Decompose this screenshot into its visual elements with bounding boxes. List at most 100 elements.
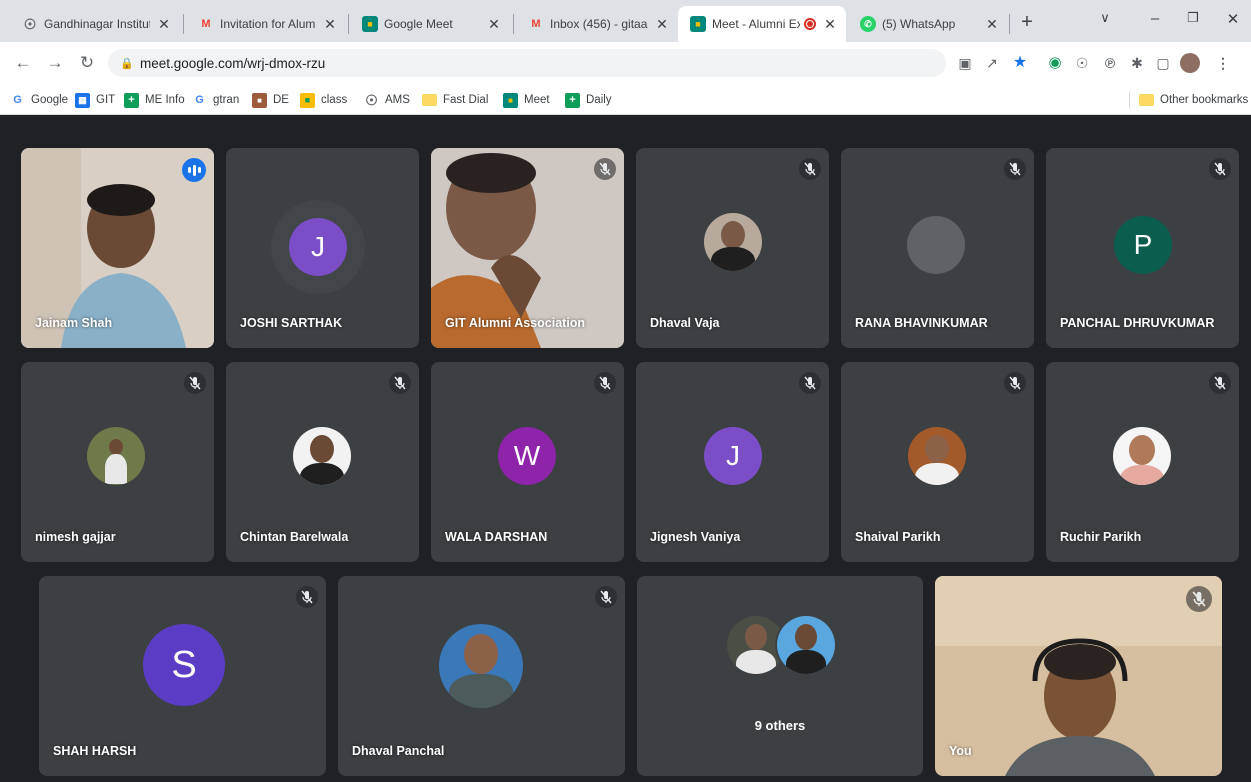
close-icon[interactable]: ✕ (984, 16, 1000, 33)
bookmark-fast-dial[interactable]: Fast Dial (422, 91, 488, 109)
participant-tile[interactable]: Dhaval Panchal (338, 576, 625, 776)
gmail-icon: M (531, 18, 541, 30)
bookmark-ams[interactable]: ☉ AMS (364, 91, 410, 109)
forward-icon[interactable]: → (44, 52, 66, 74)
bookmark-class[interactable]: ■ class (300, 91, 347, 109)
others-count: 9 others (754, 718, 806, 733)
bookmark-daily[interactable]: + Daily (565, 91, 612, 109)
restore-icon[interactable]: ❐ (1178, 10, 1208, 26)
grammarly-icon[interactable]: ◉ (1045, 53, 1065, 73)
participant-tile[interactable]: Shaival Parikh (841, 362, 1034, 562)
participant-photo (87, 427, 145, 485)
participant-tile[interactable]: J JOSHI SARTHAK (226, 148, 419, 348)
participant-tile[interactable]: Dhaval Vaja (636, 148, 829, 348)
participant-tile[interactable]: W WALA DARSHAN (431, 362, 624, 562)
participant-name: SHAH HARSH (53, 744, 137, 758)
close-icon[interactable]: ✕ (822, 16, 838, 33)
tab-title: Google Meet (384, 17, 453, 31)
globe-icon: ☉ (365, 91, 378, 108)
tab-title: Gandhinagar Institute (44, 17, 150, 31)
tab-title: Invitation for Alumni E (220, 17, 316, 31)
lock-icon: 🔒 (120, 57, 134, 70)
bookmark-divider (1129, 91, 1130, 109)
address-url: meet.google.com/wrj-dmox-rzu (140, 55, 326, 71)
sheets-icon: + (565, 92, 580, 108)
participant-name: Chintan Barelwala (240, 530, 349, 544)
bookmark-de[interactable]: ■ DE (252, 91, 289, 109)
globe-icon: ☉ (23, 15, 37, 32)
bookmark-me-info[interactable]: + ME Info (124, 91, 185, 109)
bookmark-meet[interactable]: ■ Meet (503, 91, 550, 109)
participant-tile[interactable]: RANA BHAVINKUMAR (841, 148, 1034, 348)
bookmark-git[interactable]: ▦ GIT (75, 91, 115, 109)
participant-name: nimesh gajjar (35, 530, 116, 544)
reload-icon[interactable]: ↻ (76, 52, 98, 74)
bookmark-label: AMS (385, 94, 410, 106)
camera-icon[interactable]: ▣ (955, 53, 975, 73)
new-tab-button[interactable]: + (1015, 12, 1039, 32)
bookmark-star-icon[interactable]: ★ (1010, 53, 1030, 73)
profile-avatar[interactable] (1180, 53, 1200, 73)
folder-icon (1139, 94, 1154, 106)
participant-name: Jignesh Vaniya (650, 530, 741, 544)
participant-tile[interactable]: GIT Alumni Association (431, 148, 624, 348)
other-bookmarks[interactable]: Other bookmarks (1139, 91, 1248, 109)
participant-avatar: W (498, 427, 556, 485)
extension-globe-icon[interactable]: ☉ (1072, 53, 1092, 73)
close-icon[interactable]: ✕ (654, 16, 670, 33)
sheets-icon: + (124, 92, 139, 108)
participant-tile[interactable]: Jainam Shah (21, 148, 214, 348)
puzzle-icon[interactable]: ✱ (1127, 53, 1147, 73)
participant-photo (704, 213, 762, 271)
folder-icon (422, 94, 437, 106)
mic-off-icon (1004, 158, 1026, 180)
participant-photo (1113, 427, 1171, 485)
bookmark-label: gtran (213, 94, 240, 106)
participant-name: Shaival Parikh (855, 530, 941, 544)
self-tile[interactable]: You (935, 576, 1222, 776)
close-icon[interactable]: ✕ (486, 16, 502, 33)
menu-kebab-icon[interactable]: ⋮ (1213, 53, 1233, 73)
mic-off-icon (799, 372, 821, 394)
participant-tile[interactable]: S SHAH HARSH (39, 576, 326, 776)
tab-whatsapp[interactable]: ✆ (5) WhatsApp ✕ (848, 6, 1008, 42)
minimize-icon[interactable]: – (1140, 10, 1170, 27)
share-icon[interactable]: ↗ (982, 53, 1002, 73)
close-window-icon[interactable]: ✕ (1218, 10, 1248, 28)
mic-off-icon (799, 158, 821, 180)
bookmark-label: Fast Dial (443, 94, 489, 106)
bookmark-label: class (321, 94, 348, 106)
tab-divider (183, 14, 184, 34)
address-bar[interactable]: 🔒 meet.google.com/wrj-dmox-rzu (108, 49, 946, 77)
tab-inbox[interactable]: M Inbox (456) - gitaa@g ✕ (516, 6, 678, 42)
tab-gandhinagar-institute[interactable]: ☉ Gandhinagar Institute ✕ (10, 6, 180, 42)
bookmark-google[interactable]: G Google (10, 91, 68, 109)
extension-icon[interactable]: ℗ (1100, 53, 1120, 73)
others-tile[interactable]: 9 others (637, 576, 923, 776)
side-panel-icon[interactable]: ▢ (1153, 53, 1173, 73)
bookmark-label: Google (31, 94, 69, 106)
participant-name: Dhaval Vaja (650, 316, 720, 330)
participant-tile[interactable]: nimesh gajjar (21, 362, 214, 562)
tab-invitation-alumni[interactable]: M Invitation for Alumni E ✕ (186, 6, 346, 42)
tab-meet-alumni[interactable]: ■ Meet - Alumni Ex ✕ (678, 6, 846, 42)
participant-name: Dhaval Panchal (352, 744, 445, 758)
tab-google-meet[interactable]: ■ Google Meet ✕ (350, 6, 510, 42)
tab-divider (1009, 14, 1010, 34)
participant-tile[interactable]: Chintan Barelwala (226, 362, 419, 562)
close-icon[interactable]: ✕ (156, 16, 172, 33)
participant-name: You (949, 744, 972, 758)
close-icon[interactable]: ✕ (322, 16, 338, 33)
participant-photo (293, 427, 351, 485)
mic-off-icon (594, 158, 616, 180)
participant-tile[interactable]: Ruchir Parikh (1046, 362, 1239, 562)
self-video (935, 576, 1222, 776)
tab-search-icon[interactable]: ∨ (1090, 10, 1120, 26)
participant-tile[interactable]: P PANCHAL DHRUVKUMAR (1046, 148, 1239, 348)
participant-tile[interactable]: J Jignesh Vaniya (636, 362, 829, 562)
google-icon: G (195, 94, 204, 106)
bookmark-gtran[interactable]: G gtran (192, 91, 239, 109)
mic-off-icon (184, 372, 206, 394)
back-icon[interactable]: ← (12, 52, 34, 74)
mic-off-icon (1209, 158, 1231, 180)
